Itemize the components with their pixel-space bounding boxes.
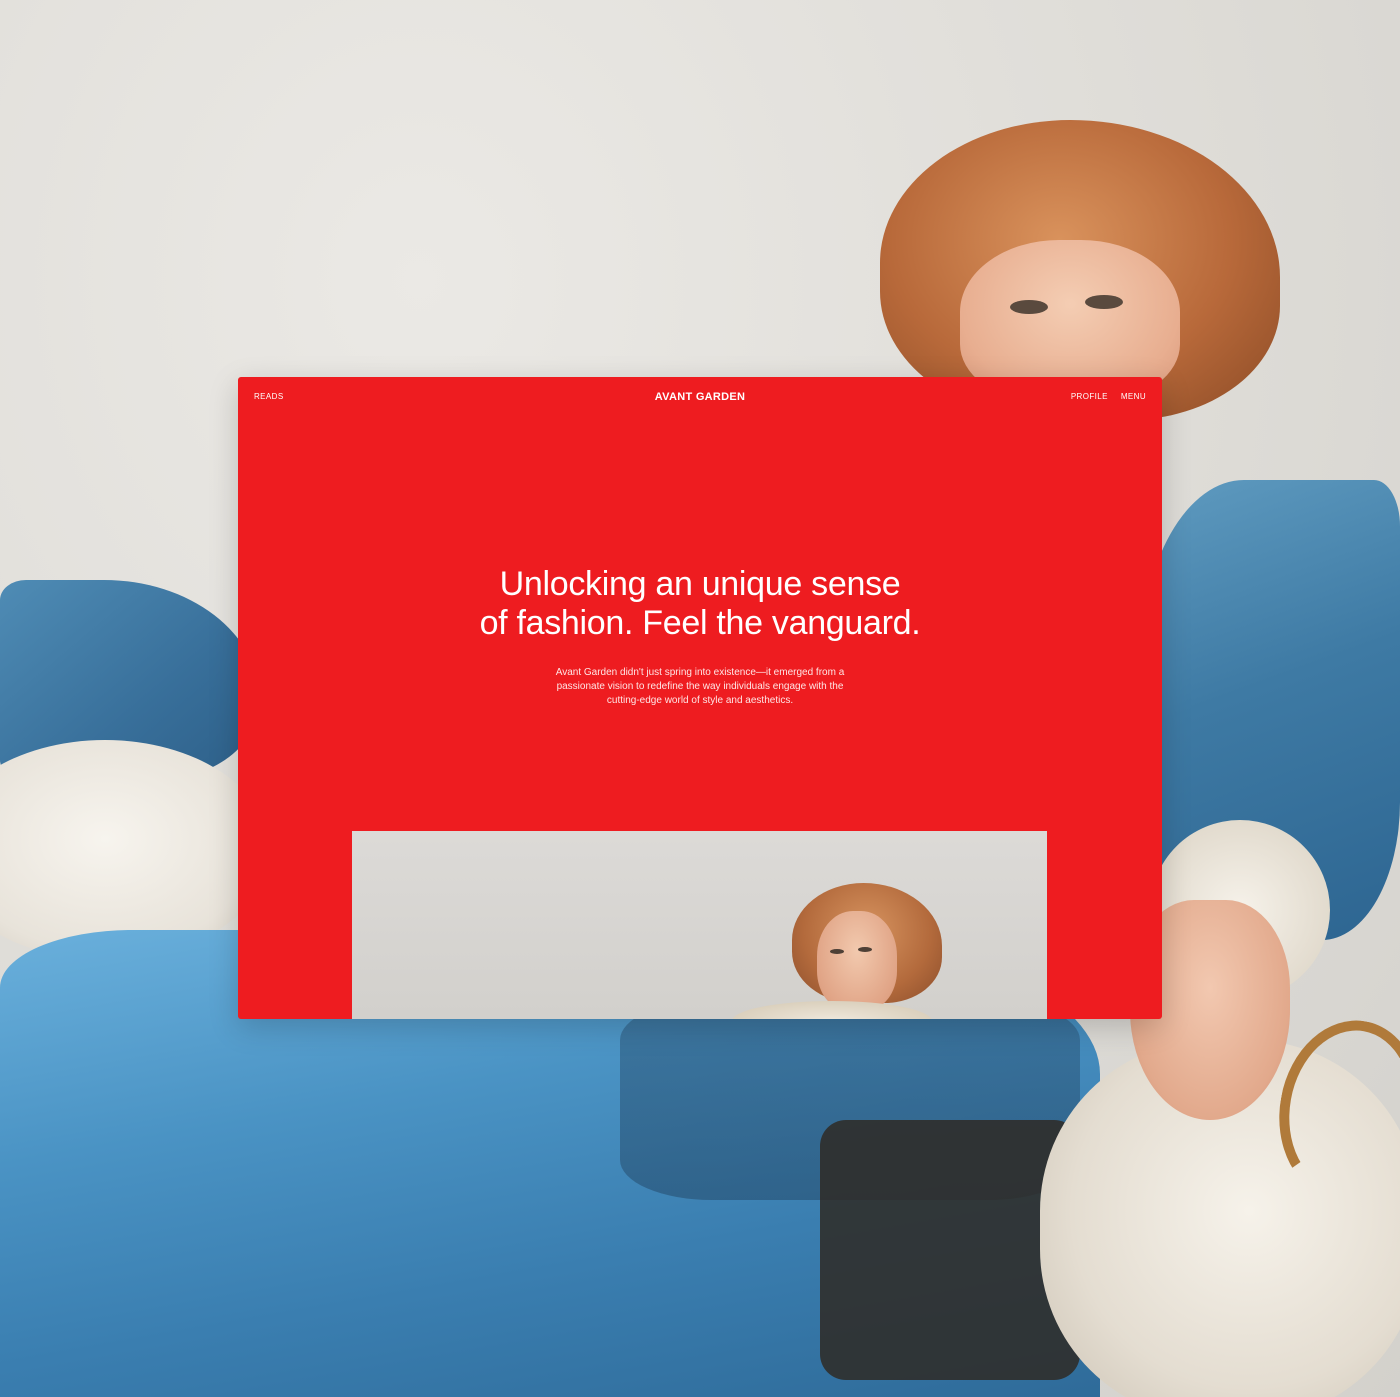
hero-image-eye-left: [830, 949, 844, 954]
website-mockup: READS AVANT GARDEN PROFILE MENU Unlockin…: [238, 377, 1162, 1019]
model-face: [960, 240, 1180, 400]
hero-headline-line-2: of fashion. Feel the vanguard.: [479, 604, 921, 642]
hero-image: [352, 831, 1047, 1019]
model-eye-left: [1010, 300, 1048, 314]
hero-description-line-2: passionate vision to redefine the way in…: [556, 681, 844, 692]
nav-profile-link[interactable]: PROFILE: [1071, 392, 1108, 401]
hero-image-eye-right: [858, 947, 872, 952]
hero-image-face: [817, 911, 897, 1011]
hero-description: Avant Garden didn't just spring into exi…: [238, 666, 1162, 708]
hero-headline-line-1: Unlocking an unique sense: [499, 565, 901, 603]
background-photo: READS AVANT GARDEN PROFILE MENU Unlockin…: [0, 0, 1400, 1397]
site-logo[interactable]: AVANT GARDEN: [238, 391, 1162, 403]
nav-menu-button[interactable]: MENU: [1121, 392, 1146, 401]
hero-headline: Unlocking an unique sense of fashion. Fe…: [238, 565, 1162, 643]
hero-description-line-1: Avant Garden didn't just spring into exi…: [555, 667, 845, 678]
hero-image-collar: [732, 1001, 932, 1019]
nav-right-group: PROFILE MENU: [1071, 392, 1146, 401]
model-eye-right: [1085, 295, 1123, 309]
hero-description-line-3: cutting-edge world of style and aestheti…: [606, 695, 794, 706]
